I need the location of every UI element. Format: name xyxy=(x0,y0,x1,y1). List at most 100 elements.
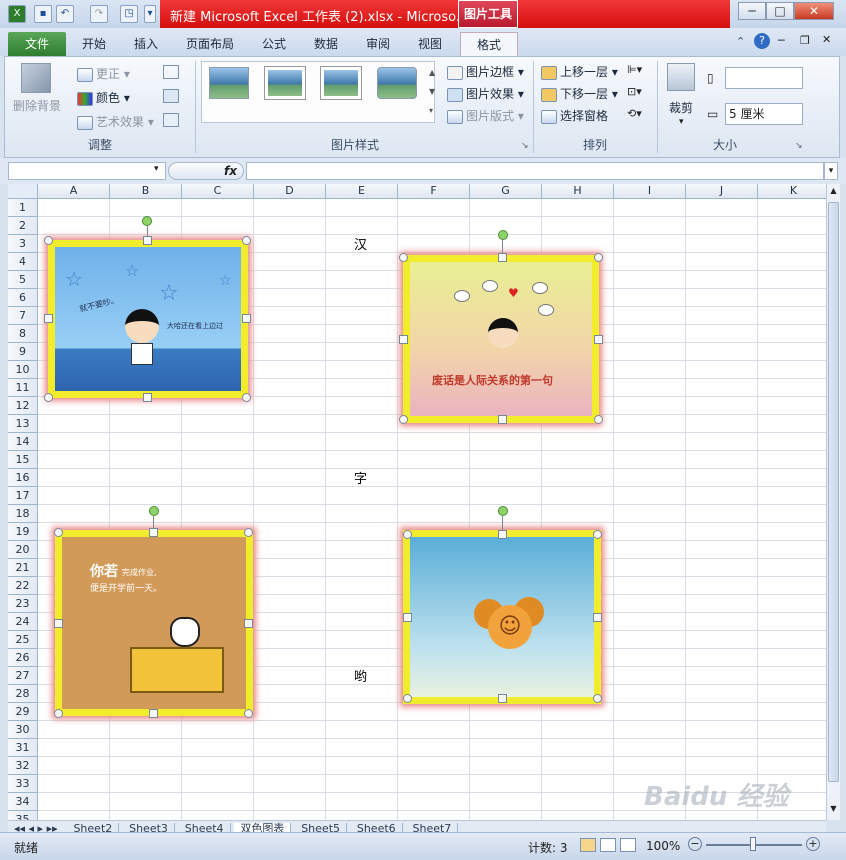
picture-style-2[interactable] xyxy=(265,67,305,99)
undo-icon[interactable]: ↶ xyxy=(56,5,74,23)
tab-page-layout[interactable]: 页面布局 xyxy=(178,32,242,56)
column-header[interactable]: I xyxy=(614,184,686,199)
row-header[interactable]: 5 xyxy=(8,271,38,289)
picture-style-1[interactable] xyxy=(209,67,249,99)
bring-forward-button[interactable]: 上移一层 ▾ xyxy=(541,63,618,80)
crop-button[interactable]: 裁剪 xyxy=(669,99,693,116)
row-header[interactable]: 16 xyxy=(8,469,38,487)
picture-effects-button[interactable]: 图片效果 ▾ xyxy=(447,85,524,102)
cell-E3[interactable]: 汉 xyxy=(354,234,367,253)
resize-handle[interactable] xyxy=(594,335,603,344)
row-header[interactable]: 26 xyxy=(8,649,38,667)
picture-layout-button[interactable]: 图片版式 ▾ xyxy=(447,107,524,124)
compress-pictures-icon[interactable] xyxy=(163,65,179,79)
rotate-handle[interactable] xyxy=(498,506,508,516)
column-header[interactable]: E xyxy=(326,184,398,199)
tab-insert[interactable]: 插入 xyxy=(124,32,168,56)
row-header[interactable]: 3 xyxy=(8,235,38,253)
row-header[interactable]: 8 xyxy=(8,325,38,343)
selection-pane-button[interactable]: 选择窗格 xyxy=(541,107,608,124)
page-break-view-icon[interactable] xyxy=(620,838,636,852)
resize-handle[interactable] xyxy=(143,393,152,402)
column-header[interactable]: K xyxy=(758,184,826,199)
tab-view[interactable]: 视图 xyxy=(408,32,452,56)
doc-minimize-icon[interactable]: ─ xyxy=(778,34,785,47)
row-header[interactable]: 2 xyxy=(8,217,38,235)
picture-cat-desk[interactable]: 你若 完成作业, 便是开学前一天。 xyxy=(55,530,253,716)
row-header[interactable]: 12 xyxy=(8,397,38,415)
resize-handle[interactable] xyxy=(399,253,408,262)
resize-handle[interactable] xyxy=(403,530,412,539)
row-header[interactable]: 20 xyxy=(8,541,38,559)
resize-handle[interactable] xyxy=(244,619,253,628)
picture-style-3[interactable] xyxy=(321,67,361,99)
change-picture-icon[interactable] xyxy=(163,89,179,103)
row-header[interactable]: 15 xyxy=(8,451,38,469)
resize-handle[interactable] xyxy=(54,709,63,718)
scroll-down-icon[interactable]: ▼ xyxy=(828,804,839,816)
column-header[interactable]: C xyxy=(182,184,254,199)
row-header[interactable]: 11 xyxy=(8,379,38,397)
row-header[interactable]: 7 xyxy=(8,307,38,325)
resize-handle[interactable] xyxy=(498,253,507,262)
send-backward-button[interactable]: 下移一层 ▾ xyxy=(541,85,618,102)
vertical-scrollbar[interactable]: ▲ ▼ xyxy=(826,184,840,820)
doc-restore-icon[interactable]: ❐ xyxy=(800,34,810,47)
rotate-handle[interactable] xyxy=(149,506,159,516)
row-header[interactable]: 10 xyxy=(8,361,38,379)
cell-E27[interactable]: 哟 xyxy=(354,666,367,685)
worksheet-grid[interactable]: ABCDEFGHIJK 1 2 3 4 5 6 7 8 9 10 11 12 13 14 15 16 17 18 1… xyxy=(8,184,826,820)
print-preview-icon[interactable]: ◳ xyxy=(120,5,138,23)
picture-style-4[interactable] xyxy=(377,67,417,99)
page-layout-view-icon[interactable] xyxy=(600,838,616,852)
zoom-in-icon[interactable]: + xyxy=(806,837,820,851)
rotate-handle[interactable] xyxy=(498,230,508,240)
row-header[interactable]: 6 xyxy=(8,289,38,307)
row-header[interactable]: 19 xyxy=(8,523,38,541)
row-header[interactable]: 22 xyxy=(8,577,38,595)
row-header[interactable]: 17 xyxy=(8,487,38,505)
redo-icon[interactable]: ↷ xyxy=(90,5,108,23)
resize-handle[interactable] xyxy=(498,694,507,703)
sheet-nav-icon[interactable]: ◂◂ ◂ ▸ ▸▸ xyxy=(8,823,64,832)
shape-width-input[interactable]: 5 厘米 xyxy=(725,103,803,125)
row-header[interactable]: 23 xyxy=(8,595,38,613)
picture-border-button[interactable]: 图片边框 ▾ xyxy=(447,63,524,80)
row-header[interactable]: 13 xyxy=(8,415,38,433)
tab-home[interactable]: 开始 xyxy=(72,32,116,56)
resize-handle[interactable] xyxy=(242,236,251,245)
row-header[interactable]: 28 xyxy=(8,685,38,703)
row-header[interactable]: 1 xyxy=(8,199,38,217)
cell-E16[interactable]: 字 xyxy=(354,468,367,487)
column-header[interactable]: F xyxy=(398,184,470,199)
tab-review[interactable]: 审阅 xyxy=(356,32,400,56)
resize-handle[interactable] xyxy=(594,415,603,424)
help-icon[interactable]: ? xyxy=(754,33,770,49)
row-header[interactable]: 29 xyxy=(8,703,38,721)
picture-smiley-balls[interactable]: ☺ xyxy=(403,530,601,704)
reset-picture-icon[interactable] xyxy=(163,113,179,127)
row-header[interactable]: 35 xyxy=(8,811,38,820)
resize-handle[interactable] xyxy=(242,393,251,402)
resize-handle[interactable] xyxy=(54,528,63,537)
resize-handle[interactable] xyxy=(593,694,602,703)
tab-file[interactable]: 文件 xyxy=(8,32,66,56)
row-header[interactable]: 34 xyxy=(8,793,38,811)
shape-height-input[interactable] xyxy=(725,67,803,89)
artistic-effects-button[interactable]: 艺术效果 ▾ xyxy=(77,113,154,130)
resize-handle[interactable] xyxy=(44,314,53,323)
row-header[interactable]: 27 xyxy=(8,667,38,685)
name-box-dropdown-icon[interactable]: ▾ xyxy=(154,164,159,174)
resize-handle[interactable] xyxy=(149,528,158,537)
row-header[interactable]: 18 xyxy=(8,505,38,523)
zoom-slider-thumb[interactable] xyxy=(750,837,756,851)
resize-handle[interactable] xyxy=(399,415,408,424)
resize-handle[interactable] xyxy=(44,236,53,245)
doc-close-icon[interactable]: ✕ xyxy=(822,33,831,46)
resize-handle[interactable] xyxy=(593,613,602,622)
resize-handle[interactable] xyxy=(498,530,507,539)
save-icon[interactable]: ▪ xyxy=(34,5,52,23)
size-launcher-icon[interactable]: ↘ xyxy=(795,141,803,151)
maximize-button[interactable]: □ xyxy=(766,2,794,20)
row-header[interactable]: 9 xyxy=(8,343,38,361)
